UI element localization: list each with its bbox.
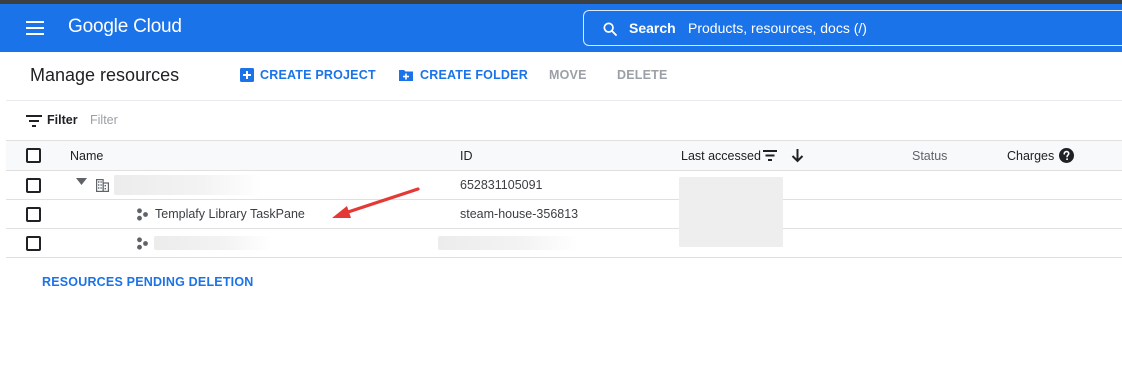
filter-label: Filter: [47, 113, 78, 127]
project-icon: [137, 208, 148, 221]
table-row[interactable]: [6, 229, 1122, 258]
table-row[interactable]: Templafy Library TaskPane steam-house-35…: [6, 200, 1122, 229]
column-header-charges[interactable]: Charges: [1007, 149, 1054, 163]
row-id: 652831105091: [460, 178, 543, 192]
annotation-arrow: [332, 187, 420, 218]
column-header-status[interactable]: Status: [912, 149, 947, 163]
triangle-down-icon[interactable]: [76, 178, 87, 185]
filter-input[interactable]: [90, 109, 390, 131]
add-box-icon: [240, 68, 254, 82]
table-row[interactable]: 652831105091: [6, 171, 1122, 200]
column-header-name[interactable]: Name: [70, 149, 103, 163]
sort-icon[interactable]: [763, 150, 777, 161]
delete-button[interactable]: DELETE: [617, 68, 668, 82]
arrow-downward-icon[interactable]: [791, 148, 804, 163]
app-bar: Google Cloud Search Products, resources,…: [0, 4, 1122, 52]
search-label: Search: [629, 20, 676, 36]
help-icon[interactable]: [1059, 148, 1074, 163]
search-icon: [603, 22, 617, 36]
column-header-id[interactable]: ID: [460, 149, 473, 163]
create-project-button[interactable]: CREATE PROJECT: [260, 68, 376, 82]
search-bar[interactable]: Search Products, resources, docs (/): [583, 10, 1122, 46]
resources-pending-deletion-link[interactable]: RESOURCES PENDING DELETION: [42, 275, 253, 289]
create-folder-button[interactable]: CREATE FOLDER: [420, 68, 528, 82]
page-toolbar: Manage resources CREATE PROJECT CREATE F…: [6, 52, 1122, 101]
domain-icon: [96, 179, 109, 192]
hamburger-menu-icon[interactable]: [24, 18, 46, 38]
row-name-link[interactable]: Templafy Library TaskPane: [155, 207, 305, 221]
row-checkbox[interactable]: [26, 207, 41, 222]
move-button[interactable]: MOVE: [549, 68, 587, 82]
row-checkbox[interactable]: [26, 236, 41, 251]
redacted-name: [114, 175, 262, 195]
row-checkbox[interactable]: [26, 178, 41, 193]
create-new-folder-icon: [399, 70, 413, 81]
redacted-name: [154, 236, 272, 250]
column-header-last-accessed[interactable]: Last accessed: [681, 149, 761, 163]
filter-list-icon[interactable]: [26, 115, 42, 127]
redacted-last-accessed: [679, 177, 783, 247]
filter-bar: Filter: [6, 101, 1122, 141]
search-placeholder: Products, resources, docs (/): [688, 20, 867, 36]
select-all-checkbox[interactable]: [26, 148, 41, 163]
redacted-id: [438, 236, 578, 250]
project-icon: [137, 237, 148, 250]
page-title: Manage resources: [30, 65, 180, 85]
row-id: steam-house-356813: [460, 207, 579, 221]
resources-table: Name ID Last accessed Status Charges 652…: [6, 141, 1122, 258]
google-cloud-logo[interactable]: Google Cloud: [68, 16, 182, 38]
table-header: Name ID Last accessed Status Charges: [6, 141, 1122, 171]
